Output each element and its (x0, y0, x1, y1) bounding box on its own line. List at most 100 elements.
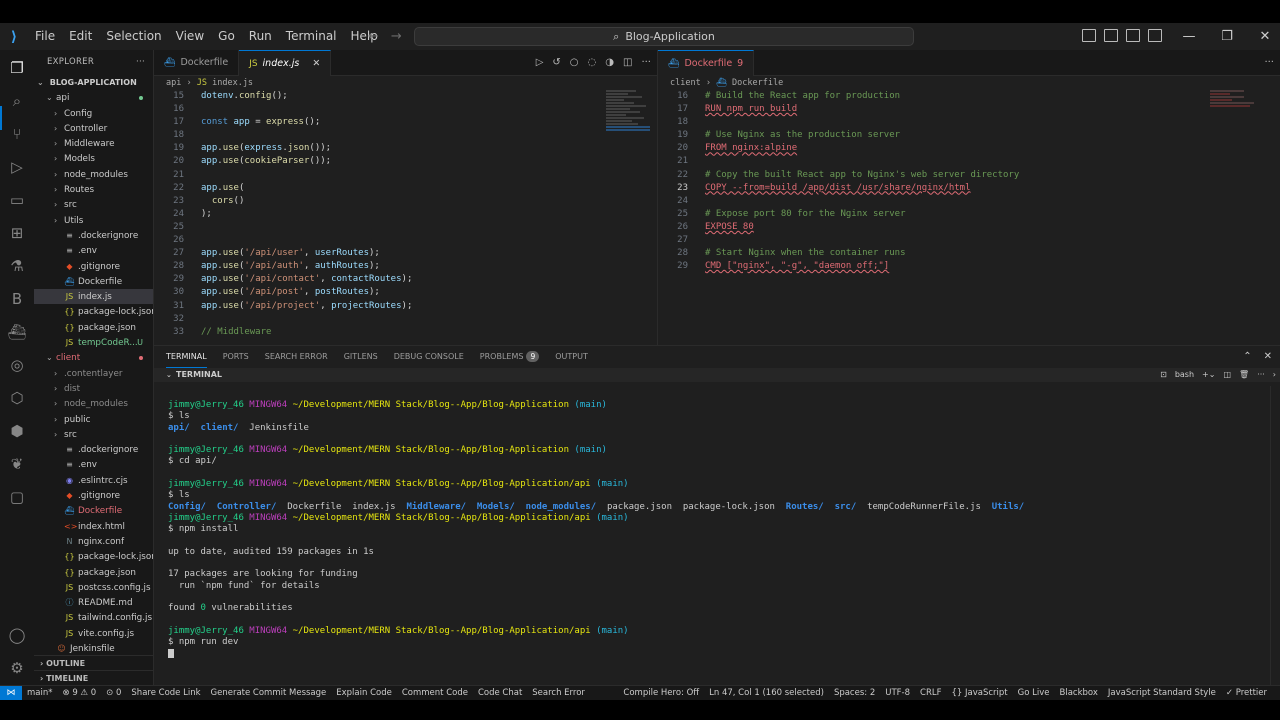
status-left-item[interactable]: main* (22, 686, 58, 701)
status-right-item[interactable]: Go Live (1013, 686, 1055, 701)
search-view-icon[interactable]: ⌕ (7, 91, 27, 111)
compare-icon[interactable]: ◑ (605, 50, 614, 76)
more-actions-icon[interactable]: ··· (136, 50, 145, 75)
maximize-panel-icon[interactable]: ⌃ (1243, 346, 1251, 368)
menu-go[interactable]: Go (211, 23, 242, 50)
source-control-icon[interactable]: ⑂ (7, 124, 27, 144)
kill-terminal-icon[interactable]: 🗑 (1239, 368, 1249, 382)
tab-index-js[interactable]: JS index.js ✕ (239, 50, 332, 76)
run-debug-icon[interactable]: ▷ (7, 157, 27, 177)
panel-tab-problems[interactable]: PROBLEMS 9 (480, 346, 540, 368)
split-editor-icon[interactable]: ◫ (623, 50, 632, 76)
code-area-right[interactable]: 16 # Build the React app for production 17… (658, 90, 1280, 345)
forward-arrow-icon[interactable]: → (391, 23, 402, 50)
minimap-left[interactable] (606, 90, 654, 160)
toggle-secondary-sidebar-icon[interactable] (1126, 29, 1140, 42)
tab-dockerfile[interactable]: ⛴ Dockerfile 9 (658, 50, 755, 76)
panel-tab-gitlens[interactable]: GITLENS (344, 346, 378, 368)
remote-indicator-icon[interactable]: ⋈ (0, 685, 22, 701)
tree-item[interactable]: ⛴ Dockerfile (34, 274, 153, 289)
tree-item[interactable]: › Middleware (34, 136, 153, 151)
tree-item[interactable]: ≡ .env (34, 457, 153, 472)
breadcrumb-folder[interactable]: api (166, 78, 181, 88)
panel-tab-ports[interactable]: PORTS (223, 346, 249, 368)
more-editor-actions-icon[interactable]: ··· (641, 50, 651, 76)
chevron-right-icon[interactable]: › (1273, 368, 1276, 382)
tree-item[interactable]: › Routes (34, 182, 153, 197)
gitlens-icon[interactable]: ◎ (7, 355, 27, 375)
more-editor-actions-right-icon[interactable]: ··· (1264, 50, 1274, 76)
toggle-panel-icon[interactable] (1104, 29, 1118, 42)
tree-item[interactable]: JS index.js (34, 289, 153, 305)
command-center[interactable]: ⌕ Blog-Application (414, 27, 914, 46)
terminal-output[interactable]: jimmy@Jerry_46 MINGW64 ~/Development/MER… (168, 400, 1260, 660)
chat-icon[interactable]: ▢ (7, 487, 27, 507)
code-area-left[interactable]: 15 dotenv.config(); 16 17 const app = expres… (154, 90, 657, 345)
tree-item[interactable]: › Utils (34, 213, 153, 228)
minimap-right[interactable] (1210, 90, 1258, 160)
breadcrumb-file[interactable]: index.js (212, 78, 253, 88)
workspace-root[interactable]: ⌄ BLOG-APPLICATION (34, 75, 153, 90)
tree-item[interactable]: {} package-lock.json (34, 549, 153, 564)
tree-item[interactable]: › node_modules (34, 167, 153, 182)
tree-item[interactable]: JS tempCodeR... U (34, 335, 153, 350)
menu-selection[interactable]: Selection (99, 23, 168, 50)
tree-item[interactable]: ≡ .dockerignore (34, 442, 153, 457)
status-left-item[interactable]: Explain Code (331, 686, 397, 701)
status-right-item[interactable]: Blackbox (1055, 686, 1103, 701)
restore-icon[interactable]: ❐ (1208, 23, 1246, 50)
package-icon[interactable]: ⬢ (7, 421, 27, 441)
tree-item[interactable]: {} package.json (34, 320, 153, 335)
tree-item[interactable]: › dist (34, 381, 153, 396)
panel-tab-search-error[interactable]: SEARCH ERROR (265, 346, 328, 368)
tree-item[interactable]: {} package.json (34, 565, 153, 580)
panel-tab-debug-console[interactable]: DEBUG CONSOLE (394, 346, 464, 368)
tree-item[interactable]: ≡ .dockerignore (34, 228, 153, 243)
tree-item[interactable]: › Config (34, 106, 153, 121)
tree-item[interactable]: › Controller (34, 121, 153, 136)
manage-gear-icon[interactable]: ⚙ (7, 658, 27, 678)
terminal-scrollbar[interactable] (1270, 386, 1280, 686)
mongodb-leaf-icon[interactable]: ❦ (7, 454, 27, 474)
tree-item[interactable]: JS tailwind.config.js (34, 610, 153, 625)
tree-item[interactable]: ◆ .gitignore (34, 259, 153, 274)
split-terminal-icon[interactable]: ◫ (1223, 368, 1231, 382)
tree-item[interactable]: Nnginx.conf (34, 534, 153, 549)
customize-layout-icon[interactable] (1148, 29, 1162, 42)
tree-item[interactable]: › Models (34, 151, 153, 166)
tree-item[interactable]: ◉ .eslintrc.cjs (34, 473, 153, 488)
status-left-item[interactable]: ⊗ 9 ⚠ 0 (58, 686, 102, 701)
testing-icon[interactable]: ⚗ (7, 256, 27, 276)
status-right-item[interactable]: Compile Hero: Off (618, 686, 704, 701)
timeline-section[interactable]: › TIMELINE (34, 670, 153, 685)
tree-item[interactable]: ⌄ client (34, 350, 153, 365)
status-right-item[interactable]: ✓ Prettier (1221, 686, 1272, 701)
close-window-icon[interactable]: ✕ (1246, 23, 1280, 50)
breadcrumb-folder-right[interactable]: client (670, 78, 701, 88)
back-arrow-icon[interactable]: ← (368, 23, 379, 50)
tree-item[interactable]: › .contentlayer (34, 366, 153, 381)
tree-item[interactable]: JS vite.config.js (34, 626, 153, 641)
tree-item[interactable]: {} package-lock.json (34, 304, 153, 319)
menu-file[interactable]: File (28, 23, 62, 50)
status-left-item[interactable]: Search Error (527, 686, 590, 701)
menu-terminal[interactable]: Terminal (279, 23, 344, 50)
blackbox-icon[interactable]: B (7, 289, 27, 309)
tree-item[interactable]: ⓘ README.md (34, 595, 153, 610)
tree-item[interactable]: JS postcss.config.js (34, 580, 153, 595)
status-left-item[interactable]: Generate Commit Message (206, 686, 332, 701)
breadcrumb-file-right[interactable]: Dockerfile (732, 78, 783, 88)
status-right-item[interactable]: Ln 47, Col 1 (160 selected) (704, 686, 829, 701)
menu-edit[interactable]: Edit (62, 23, 99, 50)
tree-item[interactable]: ⌄ api (34, 90, 153, 105)
status-right-item[interactable]: JavaScript Standard Style (1103, 686, 1221, 701)
toggle-primary-sidebar-icon[interactable] (1082, 29, 1096, 42)
more-terminal-actions-icon[interactable]: ··· (1257, 368, 1265, 382)
tree-item[interactable]: <>index.html (34, 519, 153, 534)
status-left-item[interactable]: ⊙ 0 (101, 686, 126, 701)
panel-tab-output[interactable]: OUTPUT (555, 346, 588, 368)
status-left-item[interactable]: Share Code Link (126, 686, 205, 701)
terminal-section-header[interactable]: ⌄ TERMINAL ⊡ bash +⌄ ◫ 🗑 ··· › (154, 368, 1280, 382)
circle-dot-icon[interactable]: ◌ (588, 50, 597, 76)
status-right-item[interactable]: UTF-8 (880, 686, 915, 701)
